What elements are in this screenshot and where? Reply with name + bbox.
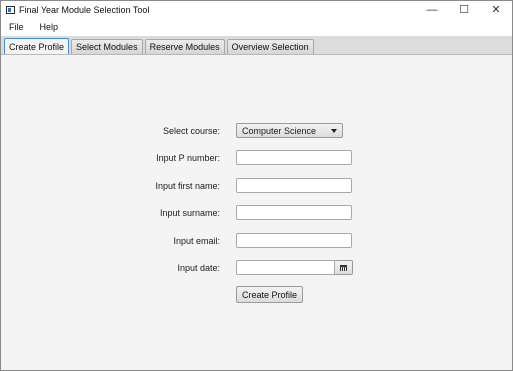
email-input[interactable] [236,233,352,248]
maximize-button[interactable]: ☐ [448,1,480,18]
date-label: Input date: [177,263,220,273]
tab-create-profile[interactable]: Create Profile [4,38,70,54]
surname-label: Input surname: [159,208,220,218]
app-window: Final Year Module Selection Tool — ☐ ✕ F… [0,0,513,371]
email-label: Input email: [173,236,220,246]
course-select-value: Computer Science [242,125,317,136]
minimize-button[interactable]: — [416,1,448,18]
firstname-input[interactable] [236,178,352,193]
menu-file[interactable]: File [7,22,26,32]
window-title: Final Year Module Selection Tool [19,4,150,15]
tab-reserve-modules[interactable]: Reserve Modules [144,39,225,54]
date-picker-button[interactable] [335,260,353,275]
create-profile-panel: Select course: Computer Science Input P … [1,55,512,368]
surname-input[interactable] [236,205,352,220]
tab-select-modules[interactable]: Select Modules [71,39,143,54]
menu-bar: File Help [1,18,512,36]
menu-help[interactable]: Help [38,22,61,32]
title-bar: Final Year Module Selection Tool — ☐ ✕ [1,1,512,18]
calendar-icon [340,264,347,271]
course-label: Select course: [162,126,220,136]
close-button[interactable]: ✕ [480,1,512,18]
window-controls: — ☐ ✕ [416,1,512,18]
date-input[interactable] [236,260,335,275]
app-window-icon [6,5,15,14]
pnumber-label: Input P number: [156,153,220,163]
tab-bar: Create Profile Select Modules Reserve Mo… [1,36,512,55]
pnumber-input[interactable] [236,150,352,165]
create-profile-button[interactable]: Create Profile [236,286,304,303]
firstname-label: Input first name: [155,181,220,191]
chevron-down-icon [331,129,337,133]
course-select[interactable]: Computer Science [236,123,343,138]
tab-overview-selection[interactable]: Overview Selection [226,39,314,54]
